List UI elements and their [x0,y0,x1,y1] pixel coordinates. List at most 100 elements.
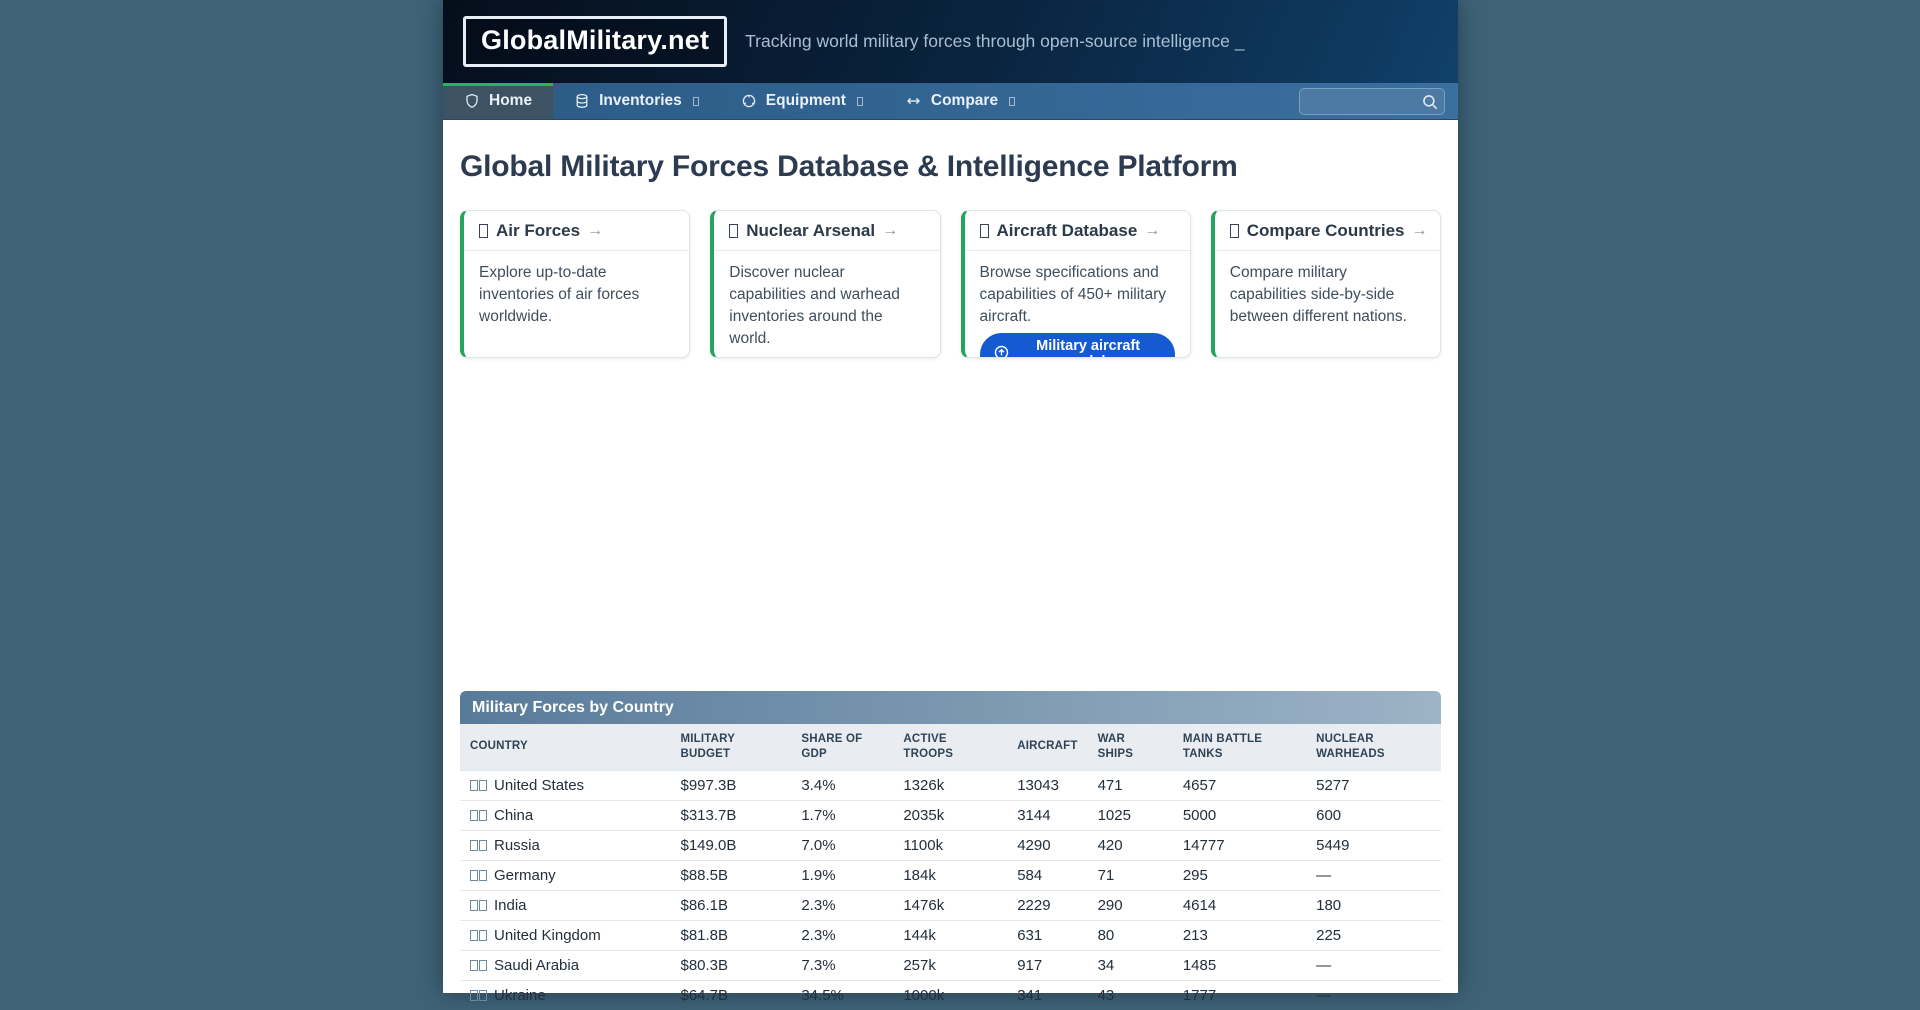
country-flag-placeholder-icon [470,777,487,794]
value-link[interactable]: 341 [1007,980,1087,1010]
country-name: China [494,807,533,824]
arrow-right-icon: → [1412,222,1428,240]
card-description: Explore up-to-date inventories of air fo… [479,264,639,325]
site-logo[interactable]: GlobalMilitary.net [463,16,727,67]
value-cell: 213 [1173,920,1306,950]
value-cell: — [1306,950,1441,980]
forces-table: COUNTRYMILITARY BUDGETSHARE OF GDPACTIVE… [460,724,1441,1010]
card-description: Discover nuclear capabilities and warhea… [729,264,900,347]
table-row-united-states: United States$997.3B3.4%1326k13043471465… [460,770,1441,800]
value-cell: 257k [893,950,1007,980]
search-icon[interactable] [1421,93,1439,111]
nav-item-equipment[interactable]: Equipment [720,83,884,119]
search-box [1299,88,1445,115]
value-link[interactable]: 71 [1088,860,1173,890]
value-link[interactable]: 2229 [1007,890,1087,920]
value-link[interactable]: 917 [1007,950,1087,980]
country-link[interactable]: United Kingdom [460,920,670,950]
column-header-active-troops: ACTIVE TROOPS [893,724,1007,770]
table-title: Military Forces by Country [460,691,1441,724]
value-link[interactable]: 13043 [1007,770,1087,800]
value-link[interactable]: 584 [1007,860,1087,890]
value-link[interactable]: 80 [1088,920,1173,950]
country-link[interactable]: Ukraine [460,980,670,1010]
value-cell: 7.3% [791,950,893,980]
card-title: Aircraft Database [997,221,1138,241]
military-aircraft-models-button[interactable]: Military aircraft models [980,333,1175,358]
nav-item-home[interactable]: Home [443,83,553,119]
compare-arrows-icon [905,93,922,109]
value-cell: 4614 [1173,890,1306,920]
value-cell: 1.7% [791,800,893,830]
country-flag-placeholder-icon [470,987,487,1004]
value-cell: 1485 [1173,950,1306,980]
country-link[interactable]: China [460,800,670,830]
nav-items: Home Inventories Equipment Compare [443,83,1036,119]
card-compare-countries: Compare Countries→ Compare military capab… [1211,210,1441,358]
value-link[interactable]: 5277 [1306,770,1441,800]
column-header-military-budget: MILITARY BUDGET [670,724,791,770]
card-description: Browse specifications and capabilities o… [980,264,1167,325]
country-name: Ukraine [494,987,546,1004]
country-link[interactable]: Saudi Arabia [460,950,670,980]
country-name: Germany [494,867,556,884]
country-name: United States [494,777,584,794]
main-nav: Home Inventories Equipment Compare [443,83,1458,120]
card-title: Nuclear Arsenal [746,221,875,241]
table-row-india: India$86.1B2.3%1476k22292904614180 [460,890,1441,920]
card-air-forces: Air Forces→ Explore up-to-date inventorie… [460,210,690,358]
country-link[interactable]: Germany [460,860,670,890]
value-link[interactable]: 43 [1088,980,1173,1010]
card-body: Discover nuclear capabilities and warhea… [714,251,939,358]
value-cell: 34.5% [791,980,893,1010]
country-link[interactable]: United States [460,770,670,800]
value-link[interactable]: 290 [1088,890,1173,920]
value-cell: $149.0B [670,830,791,860]
value-link[interactable]: 471 [1088,770,1173,800]
card-nuclear-arsenal: Nuclear Arsenal→ Discover nuclear capabil… [710,210,940,358]
value-link[interactable]: 1025 [1088,800,1173,830]
page-title: Global Military Forces Database & Intell… [460,150,1441,184]
value-link[interactable]: 631 [1007,920,1087,950]
value-link[interactable]: 3144 [1007,800,1087,830]
card-title: Air Forces [496,221,580,241]
value-cell: 7.0% [791,830,893,860]
value-cell: 1100k [893,830,1007,860]
card-aircraft-database: Aircraft Database → Browse specifications … [961,210,1191,358]
country-link[interactable]: India [460,890,670,920]
card-title-link[interactable]: Air Forces→ [464,211,689,251]
value-link[interactable]: 4290 [1007,830,1087,860]
value-cell: 1326k [893,770,1007,800]
value-link[interactable]: 420 [1088,830,1173,860]
card-title-link[interactable]: Compare Countries→ [1215,211,1440,251]
card-description: Compare military capabilities side-by-si… [1230,264,1407,325]
arrow-up-circle-icon [994,345,1009,359]
card-title-link[interactable]: Aircraft Database → [965,211,1190,251]
country-link[interactable]: Russia [460,830,670,860]
arrow-right-icon: → [1144,222,1160,240]
card-title-link[interactable]: Nuclear Arsenal→ [714,211,939,251]
nav-item-compare[interactable]: Compare [884,83,1036,119]
nav-item-label: Equipment [766,92,846,110]
dropdown-indicator-icon [1009,97,1015,106]
column-header-nuclear-warheads: NUCLEAR WARHEADS [1306,724,1441,770]
country-name: Saudi Arabia [494,957,579,974]
table-row-saudi-arabia: Saudi Arabia$80.3B7.3%257k917341485— [460,950,1441,980]
country-flag-placeholder-icon [470,957,487,974]
value-link[interactable]: 5449 [1306,830,1441,860]
country-name: Russia [494,837,540,854]
country-name: India [494,897,527,914]
circle-gear-icon [741,93,757,109]
value-cell: 3.4% [791,770,893,800]
value-link[interactable]: 180 [1306,890,1441,920]
value-link[interactable]: 225 [1306,920,1441,950]
nav-item-label: Home [489,92,532,110]
value-cell: $81.8B [670,920,791,950]
value-link[interactable]: 600 [1306,800,1441,830]
country-flag-placeholder-icon [470,897,487,914]
nav-item-inventories[interactable]: Inventories [553,83,720,119]
value-link[interactable]: 34 [1088,950,1173,980]
nav-item-label: Compare [931,92,998,110]
column-header-aircraft: AIRCRAFT [1007,724,1087,770]
table-row-ukraine: Ukraine$64.7B34.5%1000k341431777— [460,980,1441,1010]
